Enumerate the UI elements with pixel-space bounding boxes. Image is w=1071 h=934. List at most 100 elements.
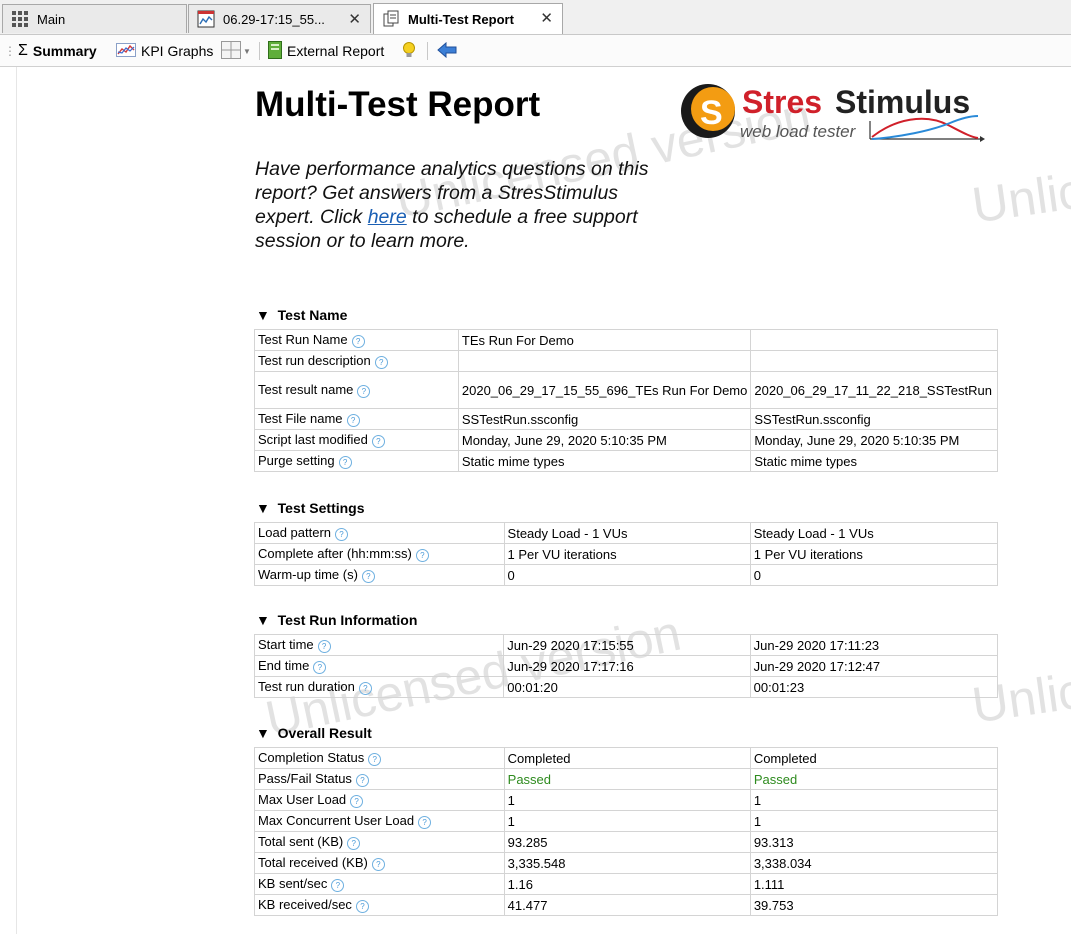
chevron-down-icon: ▼ [243, 46, 251, 56]
layout-dropdown-button[interactable]: ▼ [221, 40, 251, 61]
tab-bar: Main 06.29-17:15_55... ✕ Multi-Test Repo… [0, 0, 1071, 35]
section-header-test-run-information[interactable]: ▼ Test Run Information [256, 612, 417, 628]
help-icon[interactable]: ? [358, 681, 372, 695]
cell-value: 00:01:23 [749, 676, 999, 698]
cell-value: Jun-29 2020 17:17:16 [503, 655, 751, 677]
pass-status-value: Passed [749, 768, 999, 790]
tab-main-label: Main [37, 11, 66, 27]
cell-value: Monday, June 29, 2020 5:10:35 PM [457, 429, 752, 451]
help-icon[interactable]: ? [371, 434, 385, 448]
help-icon[interactable]: ? [313, 660, 327, 674]
cell-value: 00:01:20 [503, 676, 751, 698]
toolbar: ⋮ Σ Summary KPI Graphs ▼ External Report [0, 35, 1071, 67]
cell-value [457, 350, 752, 372]
cell-value: Jun-29 2020 17:11:23 [749, 634, 999, 656]
help-icon[interactable]: ? [355, 899, 369, 913]
table-row: Max Concurrent User Load? 1 1 [254, 810, 999, 832]
cell-value: 1 [749, 789, 999, 811]
row-label: Load pattern [258, 525, 332, 541]
help-icon[interactable]: ? [361, 569, 375, 583]
cell-value: Steady Load - 1 VUs [749, 522, 999, 544]
svg-text:Stimulus: Stimulus [835, 84, 970, 120]
test-name-table: Test Run Name? TEs Run For Demo Test run … [254, 329, 998, 472]
cell-value: TEs Run For Demo [457, 329, 752, 351]
close-icon[interactable]: ✕ [540, 9, 553, 27]
report-chart-icon [197, 10, 215, 28]
back-button[interactable] [437, 41, 457, 61]
section-header-test-name[interactable]: ▼ Test Name [256, 307, 347, 323]
help-icon[interactable]: ? [350, 794, 364, 808]
section-header-test-settings[interactable]: ▼ Test Settings [256, 500, 365, 516]
tab-main[interactable]: Main [2, 4, 187, 33]
row-label: Complete after (hh:mm:ss) [258, 546, 412, 562]
help-icon[interactable]: ? [415, 548, 429, 562]
table-row: Test run description? [254, 350, 998, 372]
cell-value: Static mime types [457, 450, 752, 472]
tips-lightbulb-button[interactable] [401, 41, 417, 61]
cell-value: Jun-29 2020 17:12:47 [749, 655, 999, 677]
cell-value [750, 329, 998, 351]
page-title: Multi-Test Report [255, 85, 541, 124]
row-label: Max Concurrent User Load [258, 813, 415, 829]
row-label: Warm-up time (s) [258, 567, 358, 583]
cell-value: Completed [503, 747, 751, 769]
row-label: KB sent/sec [258, 876, 328, 892]
cell-value: 0 [749, 564, 999, 586]
help-icon[interactable]: ? [347, 836, 361, 850]
table-row: End time? Jun-29 2020 17:17:16 Jun-29 2020… [253, 655, 999, 677]
multi-report-icon [382, 10, 400, 28]
help-icon[interactable]: ? [374, 355, 388, 369]
table-row: Purge setting? Static mime types Static mi… [254, 450, 998, 472]
cell-value: 1 Per VU iterations [503, 543, 751, 565]
row-label: Purge setting [258, 453, 335, 469]
summary-button[interactable]: Σ Summary [18, 41, 97, 61]
table-row: Total received (KB)? 3,335.548 3,338.034 [254, 852, 999, 874]
cell-value: 1 [749, 810, 999, 832]
table-row: Test run duration? 00:01:20 00:01:23 [253, 676, 999, 698]
section-title: Test Run Information [277, 612, 418, 628]
excel-book-icon [268, 40, 282, 62]
row-label: Test run description [258, 353, 371, 369]
help-icon[interactable]: ? [371, 857, 385, 871]
cell-value: SSTestRun.ssconfig [750, 408, 998, 430]
help-icon[interactable]: ? [368, 752, 382, 766]
external-report-button[interactable]: External Report [268, 40, 384, 62]
cell-value: 2020_06_29_17_15_55_696_TEs Run For Demo [457, 371, 752, 409]
row-label: KB received/sec [258, 897, 352, 913]
cell-value: 1.111 [749, 873, 999, 895]
sigma-icon: Σ [18, 42, 28, 59]
help-icon[interactable]: ? [418, 815, 432, 829]
row-label: End time [258, 658, 310, 674]
help-icon[interactable]: ? [338, 455, 352, 469]
help-icon[interactable]: ? [351, 334, 365, 348]
kpi-graphs-label: KPI Graphs [141, 43, 214, 59]
close-icon[interactable]: ✕ [348, 10, 361, 28]
support-link[interactable]: here [368, 206, 407, 228]
section-header-overall-result[interactable]: ▼ Overall Result [256, 725, 372, 741]
cell-value: 3,335.548 [503, 852, 751, 874]
help-icon[interactable]: ? [331, 878, 345, 892]
table-row: Total sent (KB)? 93.285 93.313 [254, 831, 999, 853]
cell-value: 1 [503, 789, 751, 811]
help-icon[interactable]: ? [317, 639, 331, 653]
logo-letter: S [700, 94, 723, 132]
cell-value: 93.285 [503, 831, 751, 853]
toolbar-grip-icon: ⋮ [4, 44, 16, 58]
cell-value: 41.477 [503, 894, 751, 916]
section-title: Overall Result [277, 725, 372, 741]
test-run-information-table: Start time? Jun-29 2020 17:15:55 Jun-29 20… [253, 634, 999, 698]
help-icon[interactable]: ? [346, 413, 360, 427]
stresstimulus-logo: S Stres Stimulus web load tester [680, 83, 1000, 145]
cell-value: 1 [503, 810, 751, 832]
watermark-text: Unlic [968, 162, 1071, 234]
report-content[interactable]: Unlicensed version Unlicensed version Un… [0, 67, 1071, 934]
help-icon[interactable]: ? [335, 527, 349, 541]
help-icon[interactable]: ? [355, 773, 369, 787]
kpi-graphs-button[interactable]: KPI Graphs [116, 41, 213, 61]
tab-multi-test-report[interactable]: Multi-Test Report ✕ [373, 3, 563, 34]
help-icon[interactable]: ? [357, 384, 371, 398]
table-row: KB sent/sec? 1.16 1.111 [254, 873, 999, 895]
table-row: Complete after (hh:mm:ss)? 1 Per VU itera… [254, 543, 999, 565]
row-label: Test run duration [258, 679, 355, 695]
tab-test-result[interactable]: 06.29-17:15_55... ✕ [188, 4, 371, 33]
